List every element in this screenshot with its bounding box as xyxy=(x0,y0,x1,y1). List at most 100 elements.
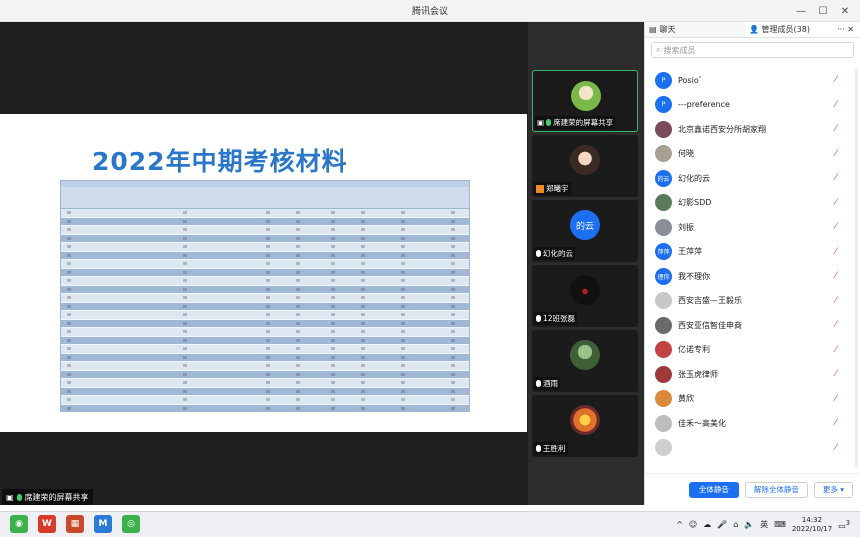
mic-muted-icon[interactable]: ⁄ xyxy=(835,173,843,183)
mic-muted-icon[interactable]: ⁄ xyxy=(835,198,843,208)
ime-indicator[interactable]: 英 xyxy=(760,519,768,530)
members-icon: 👤 xyxy=(749,25,759,34)
mic-icon xyxy=(16,493,22,501)
mic-muted-icon[interactable]: ⁄ xyxy=(835,320,843,330)
member-row[interactable]: 理你 我不理你 ⁄ xyxy=(645,264,860,289)
tile-label: ▣ 席建荣的屏幕共享 xyxy=(535,116,616,129)
video-tile[interactable]: 郑曦宇 xyxy=(532,135,638,197)
clock-date: 2022/10/17 xyxy=(791,524,833,533)
table-row xyxy=(61,404,469,411)
video-tile[interactable]: ▣ 席建荣的屏幕共享 xyxy=(532,70,638,132)
minimize-icon[interactable]: — xyxy=(790,6,812,17)
mic-icon xyxy=(536,250,541,257)
close-panel-icon[interactable]: ✕ xyxy=(847,25,854,34)
video-tile[interactable]: 的云 幻化的云 xyxy=(532,200,638,262)
member-row[interactable]: 何晓 ⁄ xyxy=(645,142,860,167)
mic-muted-icon[interactable]: ⁄ xyxy=(835,345,843,355)
mic-muted-icon[interactable]: ⁄ xyxy=(835,418,843,428)
microphone-icon[interactable]: 🎤 xyxy=(717,520,727,529)
member-row[interactable]: 北京鑫诺西安分所胡家翔 ⁄ xyxy=(645,117,860,142)
mute-all-button[interactable]: 全体静音 xyxy=(688,481,739,498)
search-input[interactable]: ⌕ 搜索成员 xyxy=(651,42,854,58)
shared-screen-stage[interactable]: 2022年中期考核材料 ▣ 席建荣的屏幕共享 xyxy=(0,22,528,505)
member-row[interactable]: 萍萍 王萍萍 ⁄ xyxy=(645,240,860,265)
mic-muted-icon[interactable]: ⁄ xyxy=(835,296,843,306)
tile-label: 王胜利 xyxy=(534,442,568,455)
tab-chat[interactable]: ▤ 聊天 xyxy=(645,22,745,37)
tab-members[interactable]: 👤 管理成员(38) ··· ✕ xyxy=(745,22,860,37)
members-scrollbar[interactable] xyxy=(855,68,858,468)
avatar: 的云 xyxy=(570,210,600,240)
notification-icon[interactable]: ▭3 xyxy=(838,519,850,531)
member-row[interactable]: 幻影SDD ⁄ xyxy=(645,191,860,216)
mic-muted-icon[interactable]: ⁄ xyxy=(835,369,843,379)
tile-label: 幻化的云 xyxy=(534,247,575,260)
app-icon[interactable]: ◉ xyxy=(10,515,28,533)
avatar: 的云 xyxy=(655,169,672,187)
member-row[interactable]: 西安吉盛—王毅乐 ⁄ xyxy=(645,289,860,314)
search-placeholder: 搜索成员 xyxy=(663,45,696,55)
mic-muted-icon[interactable]: ⁄ xyxy=(835,100,843,110)
table-row xyxy=(61,328,469,337)
avatar xyxy=(570,275,600,305)
mic-muted-icon[interactable]: ⁄ xyxy=(835,271,843,281)
member-row[interactable]: 的云 幻化的云 ⁄ xyxy=(645,166,860,191)
chevron-up-icon[interactable]: ^ xyxy=(676,520,683,529)
member-row[interactable]: 西安亚信智佳申商 ⁄ xyxy=(645,313,860,338)
member-row[interactable]: 黄欣 ⁄ xyxy=(645,387,860,412)
maximize-icon[interactable]: ☐ xyxy=(812,6,834,17)
avatar xyxy=(655,365,672,383)
table-row xyxy=(61,319,469,328)
video-tiles-column: ▣ 席建荣的屏幕共享 郑曦宇 的云 幻化的云 12班张磊 酒雨 王胜利 xyxy=(528,22,644,505)
video-tile[interactable]: 12班张磊 xyxy=(532,265,638,327)
member-name: 黄欣 xyxy=(678,394,694,404)
member-row[interactable]: 张玉虎律师 ⁄ xyxy=(645,362,860,387)
panel-tabs: ▤ 聊天 👤 管理成员(38) ··· ✕ xyxy=(645,22,860,38)
mic-muted-icon[interactable]: ⁄ xyxy=(835,247,843,257)
member-row[interactable]: 刘振 ⁄ xyxy=(645,215,860,240)
video-tile[interactable]: 酒雨 xyxy=(532,330,638,392)
avatar xyxy=(655,439,672,457)
avatar: P xyxy=(655,96,672,114)
wps-icon[interactable]: W xyxy=(38,515,56,533)
mic-muted-icon[interactable]: ⁄ xyxy=(835,124,843,134)
taskbar: ◉ W ▦ M ◎ ^ ☺ ☁ 🎤 ⌂ 🔈 英 ⌨ 14:32 2022/10/… xyxy=(0,511,860,536)
avatar xyxy=(655,414,672,432)
mic-muted-icon[interactable]: ⁄ xyxy=(835,149,843,159)
winrar-icon[interactable]: ▦ xyxy=(66,515,84,533)
table-row xyxy=(61,234,469,243)
member-row[interactable]: 佳禾～高美化 ⁄ xyxy=(645,411,860,436)
mic-muted-icon[interactable]: ⁄ xyxy=(835,443,843,453)
slide-table xyxy=(60,180,470,412)
close-icon[interactable]: ✕ xyxy=(834,6,856,17)
member-row[interactable]: P Posio゛ ⁄ xyxy=(645,68,860,93)
mic-muted-icon[interactable]: ⁄ xyxy=(835,222,843,232)
meeting-app-icon[interactable]: M xyxy=(94,515,112,533)
mic-muted-icon[interactable]: ⁄ xyxy=(835,75,843,85)
clock[interactable]: 14:32 2022/10/17 xyxy=(792,516,832,534)
table-row xyxy=(61,217,469,226)
member-name: 王萍萍 xyxy=(678,247,702,257)
member-name: 我不理你 xyxy=(678,271,710,281)
mic-muted-icon[interactable]: ⁄ xyxy=(835,394,843,404)
keyboard-icon[interactable]: ⌨ xyxy=(774,520,786,529)
avatar xyxy=(655,218,672,236)
cloud-icon[interactable]: ☁ xyxy=(703,520,711,529)
video-tile[interactable]: 王胜利 xyxy=(532,395,638,457)
volume-icon[interactable]: 🔈 xyxy=(744,520,754,529)
network-icon[interactable]: ⌂ xyxy=(733,520,738,529)
member-row[interactable]: 亿诺专利 ⁄ xyxy=(645,338,860,363)
wechat-icon[interactable]: ◎ xyxy=(122,515,140,533)
member-row[interactable]: P ---preference ⁄ xyxy=(645,93,860,118)
member-row[interactable]: ⁄ xyxy=(645,436,860,461)
more-button[interactable]: 更多 ▾ xyxy=(813,481,853,498)
members-panel: ▤ 聊天 👤 管理成员(38) ··· ✕ ⌕ 搜索成员 P Posio゛ ⁄ P --… xyxy=(644,22,860,505)
unmute-all-button[interactable]: 解除全体静音 xyxy=(744,481,808,498)
table-row xyxy=(61,387,469,396)
more-options-icon[interactable]: ··· xyxy=(837,25,845,34)
window-controls: — ☐ ✕ xyxy=(790,0,856,22)
table-row xyxy=(61,311,469,320)
avatar xyxy=(655,292,672,310)
member-name: 幻化的云 xyxy=(678,173,710,183)
tray-app-icon[interactable]: ☺ xyxy=(689,520,697,529)
